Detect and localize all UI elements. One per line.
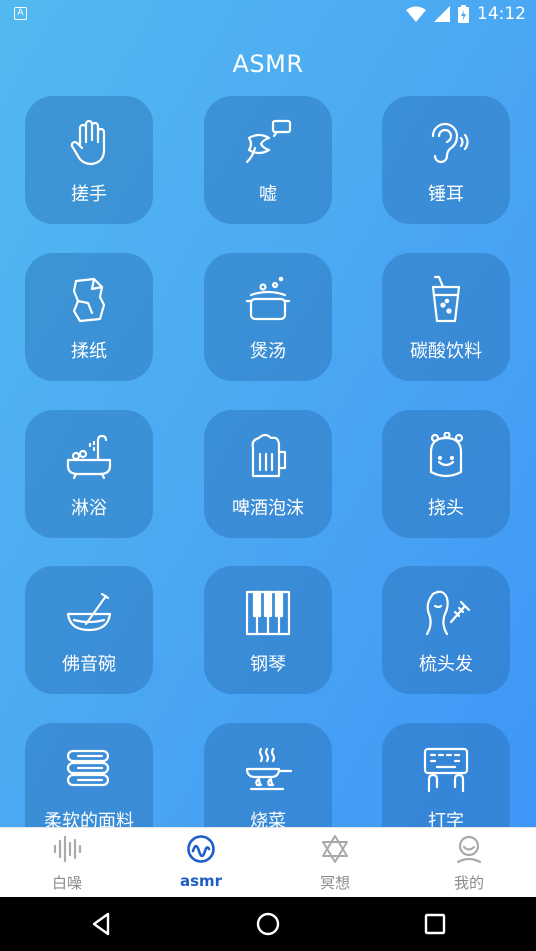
tile-label: 搓手	[71, 184, 107, 205]
soup-pot-icon	[245, 276, 291, 321]
frying-pan-icon	[245, 747, 293, 791]
tile-carbonated-drink[interactable]: 碳酸饮料	[382, 253, 510, 381]
page-title: ASMR	[232, 50, 304, 78]
tile-cooking[interactable]: 烧菜	[204, 723, 332, 827]
tile-scratch-head[interactable]: 挠头	[382, 410, 510, 538]
tile-label: 烧菜	[250, 811, 286, 827]
status-right: 14:12	[406, 4, 526, 24]
tab-label: 冥想	[319, 874, 350, 892]
tile-label: 淋浴	[71, 498, 107, 519]
tile-piano[interactable]: 钢琴	[204, 566, 332, 694]
tile-typing[interactable]: 打字	[382, 723, 510, 827]
tab-label: 白噪	[51, 874, 82, 892]
recents-icon[interactable]	[420, 909, 450, 939]
back-icon[interactable]	[86, 909, 116, 939]
hand-icon	[70, 119, 106, 166]
clock: 14:12	[477, 4, 526, 24]
piano-icon	[245, 590, 291, 636]
battery-icon	[458, 5, 469, 23]
tile-label: 佛音碗	[62, 654, 116, 675]
tile-crumple-paper[interactable]: 揉纸	[25, 253, 153, 381]
head-scratch-icon	[429, 432, 464, 478]
singing-bowl-icon	[66, 592, 112, 632]
tile-singing-bowl[interactable]: 佛音碗	[25, 566, 153, 694]
tile-label: 啤酒泡沫	[232, 498, 304, 519]
ear-icon	[431, 122, 469, 164]
tile-comb-hair[interactable]: 梳头发	[382, 566, 510, 694]
tab-profile[interactable]: 我的	[402, 828, 536, 898]
tab-meditation[interactable]: 冥想	[268, 828, 402, 898]
notification-a-icon: A	[14, 7, 27, 20]
tile-label: 梳头发	[419, 654, 473, 675]
tab-asmr[interactable]: asmr	[134, 828, 268, 898]
tile-beer-foam[interactable]: 啤酒泡沫	[204, 410, 332, 538]
folded-fabric-icon	[66, 749, 110, 787]
comb-hair-icon	[425, 590, 471, 636]
crumpled-paper-icon	[72, 277, 106, 323]
tile-label: 碳酸饮料	[410, 341, 482, 362]
bathtub-icon	[66, 434, 112, 480]
tile-label: 嘘	[259, 184, 277, 205]
tile-whisper[interactable]: 嘘	[204, 96, 332, 224]
tile-label: 锤耳	[428, 184, 464, 205]
tile-label: 揉纸	[71, 341, 107, 362]
signal-icon	[434, 6, 450, 22]
wifi-icon	[406, 6, 426, 22]
soda-glass-icon	[431, 275, 461, 323]
asmr-wave-icon	[187, 835, 215, 863]
tile-label: 打字	[428, 811, 464, 827]
tab-label: 我的	[453, 874, 484, 892]
keyboard-typing-icon	[423, 747, 469, 793]
beer-mug-icon	[251, 433, 287, 478]
tile-label: 钢琴	[250, 654, 286, 675]
star-of-david-icon	[322, 835, 348, 863]
tile-label: 柔软的面料	[44, 811, 134, 827]
tab-white-noise[interactable]: 白噪	[0, 828, 134, 898]
tab-label: asmr	[179, 872, 223, 890]
tile-rub-hands[interactable]: 搓手	[25, 96, 153, 224]
tile-ear-tapping[interactable]: 锤耳	[382, 96, 510, 224]
bottom-tab-bar: 白噪 asmr 冥想 我的	[0, 827, 536, 897]
asmr-screen: A 14:12 ASMR 搓手 嘘 锤耳 揉纸 煲汤 碳酸饮料 淋浴 啤酒泡沫 …	[0, 0, 536, 827]
tile-shower[interactable]: 淋浴	[25, 410, 153, 538]
tile-label: 煲汤	[250, 341, 286, 362]
tile-label: 挠头	[428, 498, 464, 519]
sound-wave-icon	[53, 835, 82, 863]
tile-soft-fabric[interactable]: 柔软的面料	[25, 723, 153, 827]
home-icon[interactable]	[253, 909, 283, 939]
status-bar: A 14:12	[0, 0, 536, 30]
whisper-icon	[245, 119, 292, 164]
user-icon	[456, 835, 482, 864]
system-nav-bar	[0, 897, 536, 951]
tile-soup[interactable]: 煲汤	[204, 253, 332, 381]
